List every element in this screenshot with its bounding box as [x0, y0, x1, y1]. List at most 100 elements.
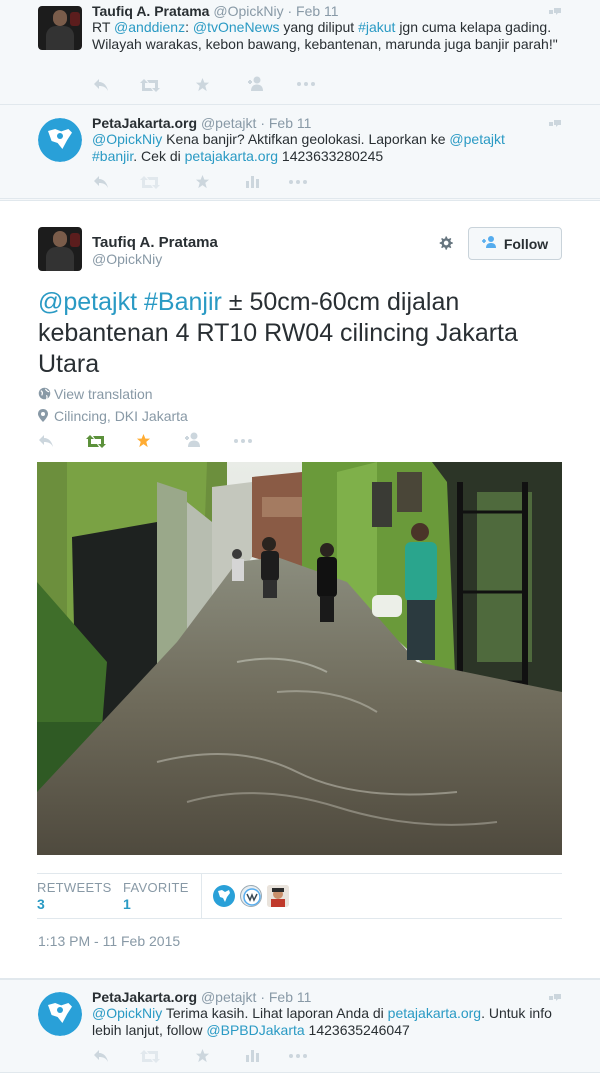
- conversation-icon: [549, 8, 561, 15]
- location-pin-icon: [38, 409, 48, 422]
- gear-icon[interactable]: [437, 234, 455, 252]
- favorite-count[interactable]: 1: [123, 896, 131, 912]
- author-handle[interactable]: @petajkt: [201, 115, 256, 131]
- favorite-icon[interactable]: [195, 1048, 210, 1063]
- favorite-icon[interactable]: [195, 174, 210, 189]
- colon: :: [185, 19, 189, 35]
- reply-icon[interactable]: [93, 78, 109, 92]
- mention-link[interactable]: @BPBDJakarta: [206, 1022, 304, 1038]
- favorite-label: FAVORITE: [123, 880, 189, 895]
- avatar[interactable]: [38, 227, 82, 271]
- url-link[interactable]: petajakarta.org: [185, 148, 278, 164]
- flood-photo-image: [37, 462, 562, 855]
- stats-divider: [201, 874, 202, 918]
- tweet-header: PetaJakarta.org @petajkt · Feb 11: [92, 115, 311, 131]
- mention-link[interactable]: @petajkt: [449, 131, 504, 147]
- avatar-head: [53, 231, 67, 247]
- author-name[interactable]: Taufiq A. Pratama: [92, 234, 218, 251]
- main-tweet-text: @petajkt #Banjir ± 50cm-60cm dijalan keb…: [38, 287, 578, 380]
- tweet-card-1[interactable]: Taufiq A. Pratama @OpickNiy · Feb 11 RT …: [0, 0, 600, 105]
- tweet-id-text: 1423633280245: [281, 148, 384, 164]
- retweet-icon[interactable]: [140, 1050, 160, 1063]
- author-name[interactable]: PetaJakarta.org: [92, 115, 197, 131]
- hashtag-link[interactable]: #Banjir: [144, 288, 222, 316]
- author-name[interactable]: Taufiq A. Pratama: [92, 3, 209, 19]
- hashtag-link[interactable]: #jakut: [358, 19, 395, 35]
- tweet-date[interactable]: Feb 11: [269, 115, 312, 131]
- mention-link[interactable]: @tvOneNews: [193, 19, 280, 35]
- retweet-icon-active[interactable]: [86, 435, 106, 448]
- more-icon[interactable]: [297, 82, 315, 86]
- follow-user-icon[interactable]: [246, 76, 265, 91]
- reply-icon[interactable]: [93, 1049, 109, 1063]
- tweet-header: Taufiq A. Pratama @OpickNiy · Feb 11: [92, 3, 339, 19]
- tweet-text: RT @anddienz: @tvOneNews yang diliput #j…: [92, 19, 562, 53]
- avatar[interactable]: [38, 992, 82, 1036]
- hashtag-link[interactable]: #banjir: [92, 148, 133, 164]
- author-handle[interactable]: @OpickNiy: [92, 251, 162, 267]
- mention-link[interactable]: @OpickNiy: [92, 1005, 162, 1021]
- author-handle[interactable]: @OpickNiy: [213, 3, 283, 19]
- view-translation[interactable]: View translation: [38, 386, 153, 402]
- rt-prefix: RT: [92, 19, 111, 35]
- tweet-timestamp[interactable]: 1:13 PM - 11 Feb 2015: [38, 933, 180, 949]
- more-icon[interactable]: [289, 180, 307, 184]
- author-name[interactable]: PetaJakarta.org: [92, 989, 197, 1005]
- author-handle[interactable]: @petajkt: [201, 989, 256, 1005]
- conversation-icon: [549, 994, 561, 1001]
- favoriter-avatar[interactable]: [267, 885, 289, 907]
- main-author: Taufiq A. Pratama: [92, 234, 218, 251]
- tweet-date[interactable]: Feb 11: [269, 989, 312, 1005]
- mention-link[interactable]: @OpickNiy: [92, 131, 162, 147]
- tweet-text-part: Kena banjir? Aktifkan geolokasi. Laporka…: [166, 131, 446, 147]
- favorite-icon[interactable]: [195, 77, 210, 92]
- tweet-text-part: Terima kasih. Lihat laporan Anda di: [165, 1005, 384, 1021]
- tweet-text-mid: yang diliput: [283, 19, 355, 35]
- retweets-count[interactable]: 3: [37, 896, 45, 912]
- more-icon[interactable]: [289, 1054, 307, 1058]
- tweet-date[interactable]: Feb 11: [296, 3, 339, 19]
- globe-icon: [38, 387, 51, 400]
- follow-button[interactable]: Follow: [468, 227, 562, 260]
- tweet-card-2[interactable]: PetaJakarta.org @petajkt · Feb 11 @Opick…: [0, 107, 600, 199]
- tweet-location[interactable]: Cilincing, DKI Jakarta: [38, 408, 188, 424]
- avatar[interactable]: [38, 6, 82, 50]
- tweet-text-part: . Cek di: [133, 148, 181, 164]
- avatar-dot: [57, 1007, 63, 1013]
- follow-icon: [481, 236, 498, 251]
- tweet-id-text: 1423635246047: [308, 1022, 410, 1038]
- mention-link[interactable]: @anddienz: [114, 19, 185, 35]
- avatar-glow: [70, 233, 80, 247]
- more-icon[interactable]: [234, 439, 252, 443]
- favorite-icon-active[interactable]: [136, 433, 151, 448]
- retweeter-avatar[interactable]: [213, 885, 235, 907]
- follow-user-icon[interactable]: [183, 432, 202, 447]
- retweeter-avatar[interactable]: [240, 885, 262, 907]
- tweet-photo[interactable]: [37, 462, 562, 855]
- tweet-card-3[interactable]: PetaJakarta.org @petajkt · Feb 11 @Opick…: [0, 979, 600, 1073]
- analytics-icon[interactable]: [246, 1049, 259, 1062]
- avatar-glow: [70, 12, 80, 26]
- retweet-icon[interactable]: [140, 79, 160, 92]
- tweet-text: @OpickNiy Kena banjir? Aktifkan geolokas…: [92, 131, 552, 165]
- engagement-stats: RETWEETS 3 FAVORITE 1: [37, 873, 562, 919]
- reply-icon[interactable]: [38, 434, 54, 448]
- reply-icon[interactable]: [93, 175, 109, 189]
- avatar-dot: [57, 133, 63, 139]
- dot-separator: ·: [260, 115, 265, 131]
- mention-link[interactable]: @petajkt: [38, 288, 137, 316]
- retweets-label: RETWEETS: [37, 880, 112, 895]
- view-translation-label: View translation: [54, 386, 153, 402]
- follow-label: Follow: [503, 235, 549, 252]
- retweet-icon[interactable]: [140, 176, 160, 189]
- location-label: Cilincing, DKI Jakarta: [54, 408, 188, 424]
- analytics-icon[interactable]: [246, 175, 259, 188]
- avatar-body: [46, 26, 74, 50]
- url-link[interactable]: petajakarta.org: [388, 1005, 481, 1021]
- dot-separator: ·: [287, 3, 293, 19]
- tweet-header: PetaJakarta.org @petajkt · Feb 11: [92, 989, 311, 1005]
- avatar[interactable]: [38, 118, 82, 162]
- dot-separator: ·: [260, 989, 265, 1005]
- tweet-text: @OpickNiy Terima kasih. Lihat laporan An…: [92, 1005, 562, 1039]
- conversation-icon: [549, 120, 561, 127]
